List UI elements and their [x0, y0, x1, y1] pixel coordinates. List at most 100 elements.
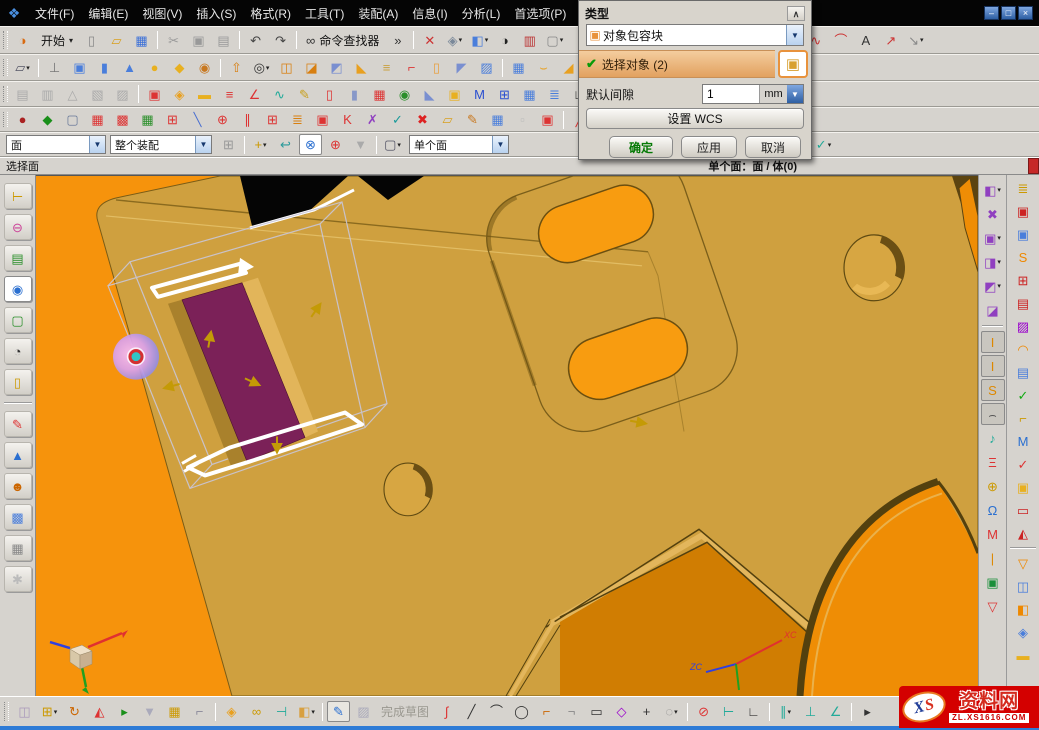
cancel-button[interactable]: 取消	[745, 136, 801, 158]
polygon-tool-button[interactable]: ◇	[610, 701, 633, 722]
select-object-field[interactable]: ✔ 选择对象 (2)	[579, 50, 775, 78]
mirror-assembly-button[interactable]: ◭	[88, 701, 111, 722]
sketch-magic-button[interactable]: ✎	[327, 701, 350, 722]
materials-table-button[interactable]: ▦	[4, 535, 32, 561]
open-file-button[interactable]: ▱	[105, 30, 128, 51]
orange-sheet-button[interactable]: ◠	[1010, 338, 1036, 360]
menu-item-file[interactable]: 文件(F)	[28, 2, 81, 25]
red-square-button[interactable]: ▣	[311, 109, 334, 130]
dropdown-arrow-icon[interactable]: ▾	[997, 186, 1001, 194]
dropdown-arrow-icon[interactable]: ▾	[920, 36, 924, 44]
save-file-button[interactable]: ▦	[130, 30, 153, 51]
fillet-tool-button[interactable]: ⌐	[535, 701, 558, 722]
effects-spark-button[interactable]: ✱	[4, 566, 32, 592]
menu-item-assemblies[interactable]: 装配(A)	[351, 2, 405, 25]
menu-item-edit[interactable]: 编辑(E)	[81, 2, 135, 25]
measure-distance-button[interactable]: ▬	[193, 84, 216, 105]
annotation-pen-button[interactable]: ✎	[293, 84, 316, 105]
rotate-point-button[interactable]: ⊕	[324, 134, 347, 155]
red-blue-layers-button[interactable]: ▤	[1010, 292, 1036, 314]
trim-body-button[interactable]: ◤	[450, 57, 473, 78]
ghost-box-button[interactable]: ▫	[511, 109, 534, 130]
text-tool-button[interactable]: A	[854, 30, 877, 51]
linear-dimension-1-button[interactable]: I	[981, 331, 1005, 353]
extrude-button[interactable]: ⇧	[225, 57, 248, 78]
show-hide-button[interactable]: ◈	[168, 84, 191, 105]
undo-button[interactable]: ↶	[244, 30, 267, 51]
cylinder-button[interactable]: ▮	[93, 57, 116, 78]
menu-item-information[interactable]: 信息(I)	[405, 2, 454, 25]
round-hole-2[interactable]	[384, 463, 433, 516]
cup-symbol-button[interactable]: ▽	[981, 595, 1005, 617]
rib-button[interactable]: ⌐	[400, 57, 423, 78]
cut-face-button[interactable]: ◨▾	[981, 251, 1005, 273]
raster-curve-button[interactable]: ↗	[879, 30, 902, 51]
grid-plus-button[interactable]: ⊞	[161, 109, 184, 130]
collapse-section-button[interactable]: ∧	[787, 6, 805, 21]
add-cubes-button[interactable]: ⊞▾	[38, 701, 61, 722]
folder-group-button[interactable]: ▱	[436, 109, 459, 130]
layers-disabled-button[interactable]: ▨	[111, 84, 134, 105]
dim-bar-button[interactable]: |	[981, 547, 1005, 569]
datum-button[interactable]: ⊥	[43, 57, 66, 78]
dropdown-arrow-icon[interactable]: ▾	[54, 708, 58, 716]
dropdown-arrow-icon[interactable]: ▾	[828, 141, 832, 149]
gold-boxes-button[interactable]: ▦	[163, 701, 186, 722]
redo-button[interactable]: ↷	[269, 30, 292, 51]
add-snap-plane-button[interactable]: +▾	[249, 134, 272, 155]
arc-dimension-button[interactable]: ⌢	[981, 403, 1005, 425]
delete-x-button[interactable]: ✖	[411, 109, 434, 130]
emboss-button[interactable]: ◣	[350, 57, 373, 78]
paste-button[interactable]: ▤	[212, 30, 235, 51]
dropdown-arrow-icon[interactable]: ▾	[266, 64, 270, 72]
purple-stamp-button[interactable]: ▨	[1010, 315, 1036, 337]
bounding-box-button[interactable]: ▣	[778, 50, 808, 78]
cube-arrow-button[interactable]: ◧	[1010, 598, 1036, 620]
sketch-button[interactable]: ▱▾	[11, 57, 34, 78]
apply-button[interactable]: 应用	[681, 136, 737, 158]
scene-image-button[interactable]: ▩	[4, 504, 32, 530]
copy-cube-button[interactable]: ◫	[13, 701, 36, 722]
set-wcs-button[interactable]: 设置 WCS	[586, 108, 804, 129]
copy-disabled-button[interactable]: ▤	[11, 84, 34, 105]
m-note-button[interactable]: M	[1010, 430, 1036, 452]
more-curves-button[interactable]: ↘▾	[904, 30, 927, 51]
dropdown-arrow-icon[interactable]: ▾	[26, 64, 30, 72]
orange-s-curve-button[interactable]: S	[1010, 246, 1036, 268]
stack-disabled-button[interactable]: ▧	[86, 84, 109, 105]
face-rule-combo[interactable]: 单个面 ▼	[409, 135, 509, 154]
restore-button[interactable]: □	[1001, 6, 1016, 20]
visualization-pen-button[interactable]: ✎	[4, 411, 32, 437]
quick-extend-button[interactable]: ⊢	[717, 701, 740, 722]
book-pattern-button[interactable]: ▩	[111, 109, 134, 130]
cone-button[interactable]: ▲	[118, 57, 141, 78]
grab-hand-button[interactable]: ▼	[138, 701, 161, 722]
gold-coil-button[interactable]: ≣	[1010, 177, 1036, 199]
offset-face-button[interactable]: ≡	[375, 57, 398, 78]
color-rgb-button[interactable]: ◉	[393, 84, 416, 105]
box-type-combo[interactable]: ▣ 对象包容块 ▼	[586, 24, 804, 46]
drag-ball-handle[interactable]	[113, 334, 159, 380]
assembly-constraints-nav-button[interactable]: ⊢	[4, 183, 32, 209]
cylinder-analysis-button[interactable]: ▮	[343, 84, 366, 105]
menu-item-view[interactable]: 视图(V)	[135, 2, 189, 25]
dark-sphere-button[interactable]: ●	[11, 109, 34, 130]
assembly-ghost-button[interactable]: ⊞	[217, 134, 240, 155]
dropdown-arrow-icon[interactable]: ▾	[311, 708, 315, 716]
close-window-button[interactable]: ✕	[418, 30, 441, 51]
weld-symbol-button[interactable]: M	[981, 523, 1005, 545]
block-button[interactable]: ▣	[68, 57, 91, 78]
arc-curve-button[interactable]: ⌒	[829, 30, 852, 51]
pin-toggle-button[interactable]: ⌐	[188, 701, 211, 722]
intersect-button[interactable]: ◩	[325, 57, 348, 78]
blue-gift-button[interactable]: ▣	[1010, 223, 1036, 245]
chain-link-button[interactable]: ∞	[245, 701, 268, 722]
web-page-button[interactable]: ▢	[4, 307, 32, 333]
gold-box-button[interactable]: ▣	[443, 84, 466, 105]
revolve-sphere-button[interactable]: ◉	[193, 57, 216, 78]
profile-curve-button[interactable]: ∫	[435, 701, 458, 722]
check-tool-button[interactable]: ✓▾	[812, 134, 835, 155]
gauge-measure-button[interactable]: ⊣	[270, 701, 293, 722]
cube-options-button[interactable]: ◧▾	[295, 701, 318, 722]
bolt-column-button[interactable]: Ω	[981, 499, 1005, 521]
